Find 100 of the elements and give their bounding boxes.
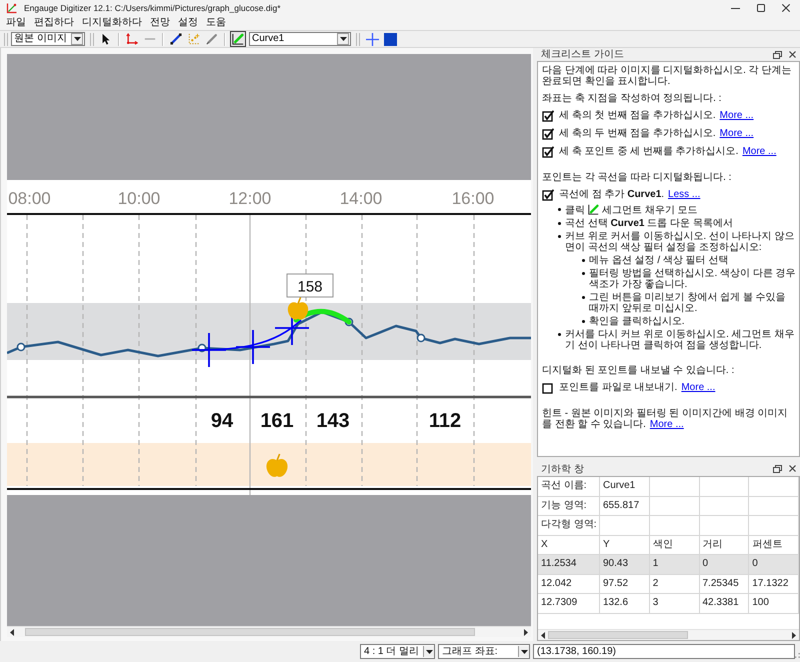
menu-item[interactable]: 디지털화하다 [78,16,146,30]
instruction-text: 디지털화 된 포인트를 내보낼 수 있습니다. : [542,365,736,376]
menu-item[interactable]: 파일 [2,16,30,30]
details-link[interactable]: More ... [720,110,754,121]
details-link[interactable]: More ... [650,419,684,430]
horizontal-scrollbar[interactable] [538,629,799,640]
glucose-reading: 112 [428,410,462,432]
checklist-step-text: 세 축의 첫 번째 점을 추가하십시오. More ... [559,110,754,121]
menu-item[interactable]: 전망 [146,16,174,30]
table-cell: 12.7309 [538,594,600,612]
scrollbar-thumb[interactable] [25,628,475,636]
table-cell: 1 [650,555,700,574]
caret-icon[interactable] [74,37,80,41]
bullet-icon [558,235,561,238]
table-cell: 11.2534 [538,555,600,574]
table-cell: 7.25345 [700,574,750,593]
window-title: Engauge Digitizer 12.1: C:/Users/kimmi/Pictures/graph_glucose.dig* [24,3,281,13]
bullet-icon [582,259,585,262]
table-cell: 655.817 [600,496,650,515]
resize-grip-icon[interactable] [795,653,800,658]
table-cell: Curve1 [600,477,650,496]
table-cell: 2 [650,574,700,593]
bullet-text: 커서를 다시 커브 위로 이동하십시오. 세그먼트 채우기 선이 나타나면 클릭하여 점을 생성합니다. [565,329,796,351]
horizontal-scrollbar[interactable] [7,626,531,637]
zoom-dropdown[interactable]: 4 : 1 더 멀리 [360,644,436,659]
coordinates-field: (13.1738, 160.19) [533,644,795,659]
time-label: 08:00 [8,189,51,208]
table-cell: X [538,536,600,554]
panel-title: 체크리스트 가이드 [541,48,625,61]
table-cell: 곡선 이름: [538,477,600,496]
close-icon[interactable] [782,4,790,12]
close-icon[interactable] [789,465,796,472]
table-cell: 퍼센트 [749,536,799,554]
bullet-text: 메뉴 옵션 설정 / 색상 필터 선택 [589,255,730,266]
checklist-step-text: 곡선에 점 추가 Curve1. Less ... [559,189,700,200]
bullet-icon [582,296,585,299]
instruction-text: 좌표는 축 지점을 작성하여 정의됩니다. : [542,93,722,104]
bullet-text: 확인을 클릭하십시오. [589,316,686,327]
glucose-reading: 143 [316,410,350,432]
bullet-icon [558,333,561,336]
glucose-reading: 161 [260,410,294,432]
bullet-icon [582,272,585,275]
axes-line-icon [588,204,599,215]
details-link[interactable]: Less ... [668,189,700,200]
scrollbar-thumb[interactable] [548,631,688,639]
time-label: 14:00 [340,189,382,208]
scroll-right-icon[interactable] [524,628,528,636]
data-point-marker [198,344,206,352]
table-cell: 거리 [700,536,750,554]
table-cell: 다각형 영역: [538,516,600,534]
data-point-marker [416,334,426,342]
table-cell: 90.43 [600,555,650,574]
bullet-text: 곡선 선택 Curve1 드롭 다운 목록에서 [565,218,734,229]
table-cell: 100 [749,594,799,612]
table-cell: 기능 영역: [538,496,600,515]
background-dropdown[interactable]: 원본 이미지 [11,32,85,46]
table-cell: 3 [650,594,700,612]
apple-icon [266,454,288,477]
scroll-left-icon[interactable] [10,628,14,636]
menu-item[interactable]: 편집하다 [30,16,78,30]
table-cell: 0 [749,555,799,574]
curve-dropdown[interactable]: Curve1 [249,32,351,46]
app-logo-icon [6,2,17,14]
scroll-left-icon[interactable] [541,632,545,638]
menu-item[interactable]: 설정 [174,16,202,30]
panel-title: 기하학 창 [541,462,585,476]
coordinates-mode-dropdown[interactable]: 그래프 좌표: [438,644,530,659]
table-cell: Y [600,536,650,554]
bullet-text: 세그먼트 채우기 모드 [602,205,698,216]
table-cell: 0 [700,555,750,574]
close-icon[interactable] [789,51,796,58]
details-link[interactable]: More ... [720,128,754,139]
bullet-icon [558,208,561,211]
apple-icon [288,297,308,320]
glucose-reading: 94 [210,410,234,432]
float-window-icon[interactable] [773,464,782,472]
table-cell: 132.6 [600,594,650,612]
bullet-text: 커브 위로 커서를 이동하십시오. 선이 나타나지 않으면이 곡선의 색상 필터 설정을 조정하십시오: [565,231,796,253]
details-link[interactable]: More ... [742,146,776,157]
caret-icon[interactable] [426,650,433,654]
table-cell: 97.52 [600,574,650,593]
menu-item[interactable]: 도움 [202,16,230,30]
caret-icon[interactable] [340,37,346,41]
float-window-icon[interactable] [773,50,782,58]
cross-marker [235,329,271,365]
value-tooltip: 158 [286,274,334,298]
maximize-icon[interactable] [757,4,765,12]
table-cell: 색인 [650,536,700,554]
bullet-icon [582,320,585,323]
details-link[interactable]: More ... [681,382,716,393]
bullet-text: 필터링 방법을 선택하십시오. 색상이 다른 경우 색조가 가장 좋습니다. [589,268,796,290]
caret-icon[interactable] [520,650,528,654]
table-cell: 17.1322 [749,574,799,593]
instruction-text: 힌트 - 원본 이미지와 필터링 된 이미지간에 배경 이미지를 전환 할 수 있습니다. More ... [542,408,789,430]
checklist-step-text: 포인트를 파일로 내보내기. More ... [559,382,716,393]
table-cell: 42.3381 [700,594,750,612]
bullet-icon [558,222,561,225]
bullet-text: 그린 버튼을 미리보기 창에서 쉽게 볼 수있을 때까지 앞뒤로 미십시오. [589,292,787,314]
checklist-step-text: 세 축의 두 번째 점을 추가하십시오. More ... [559,128,754,139]
scroll-right-icon[interactable] [792,632,796,638]
